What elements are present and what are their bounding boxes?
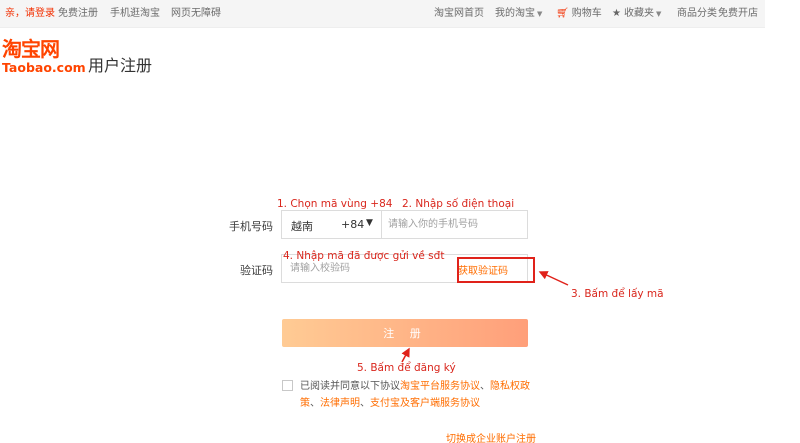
- cart-label: 购物车: [571, 8, 602, 19]
- platform-agreement-link[interactable]: 淘宝平台服务协议: [400, 381, 480, 392]
- legal-statement-link[interactable]: 法律声明: [320, 398, 360, 409]
- favorites-menu[interactable]: ★ 收藏夹 ▼: [612, 8, 661, 20]
- get-code-highlight-box: [457, 257, 535, 283]
- arrow-to-get-code: [538, 271, 569, 286]
- phone-input[interactable]: [382, 211, 527, 238]
- annotation-step4: 4. Nhập mã đã được gửi về sđt: [283, 250, 445, 262]
- favorites-label: 收藏夹: [623, 8, 654, 19]
- open-store-link[interactable]: 免费开店: [718, 8, 758, 20]
- mobile-taobao-link[interactable]: 手机逛淘宝: [110, 8, 160, 20]
- logo-chinese-text: 淘宝网: [2, 37, 60, 61]
- region-code-select[interactable]: 越南 +84 ▼: [282, 211, 382, 238]
- phone-field-group: 越南 +84 ▼: [281, 210, 528, 239]
- arrow-to-register: [401, 347, 410, 363]
- annotation-step3: 3. Bấm để lấy mã: [571, 288, 664, 300]
- switch-business-account-link[interactable]: 切换成企业账户注册: [446, 430, 536, 443]
- star-icon: ★: [612, 8, 621, 19]
- chevron-down-icon: ▼: [537, 10, 543, 18]
- login-link[interactable]: 亲，请登录: [5, 8, 55, 20]
- registration-page: 亲，请登录 免费注册 手机逛淘宝 网页无障碍 淘宝网首页 我的淘宝 ▼ 🛒︎ 购物车…: [0, 0, 800, 443]
- page-title: 用户注册: [88, 56, 153, 75]
- chevron-down-icon: ▼: [366, 218, 373, 228]
- phone-label: 手机号码: [229, 220, 273, 233]
- logo-english-text: Taobao.com: [2, 60, 86, 75]
- annotation-step5: 5. Bấm để đăng ký: [357, 362, 456, 374]
- agreement-prefix: 已阅读并同意以下协议: [300, 381, 400, 392]
- region-country: 越南: [291, 220, 313, 233]
- cart-link[interactable]: 🛒︎ 购物车: [556, 8, 602, 20]
- accessibility-link[interactable]: 网页无障碍: [171, 8, 221, 20]
- taobao-logo[interactable]: 淘宝网 Taobao.com: [2, 37, 86, 80]
- region-code: +84: [341, 218, 365, 231]
- code-label: 验证码: [240, 264, 273, 277]
- home-link[interactable]: 淘宝网首页: [434, 8, 484, 20]
- agreement-separator: 、: [480, 381, 490, 392]
- annotation-step2: 2. Nhập số điện thoại: [402, 198, 515, 210]
- agreement-separator: 、: [360, 398, 370, 409]
- chevron-down-icon: ▼: [655, 10, 662, 18]
- register-button[interactable]: 注 册: [282, 319, 528, 347]
- top-nav-bar: 亲，请登录 免费注册 手机逛淘宝 网页无障碍 淘宝网首页 我的淘宝 ▼ 🛒︎ 购物车…: [0, 0, 765, 28]
- annotation-step1: 1. Chọn mã vùng +84: [277, 198, 393, 210]
- agreement-separator: 、: [310, 398, 320, 409]
- my-taobao-menu[interactable]: 我的淘宝 ▼: [495, 8, 542, 20]
- my-taobao-label: 我的淘宝: [495, 8, 535, 19]
- cart-icon: 🛒︎: [556, 8, 569, 19]
- agreement-checkbox[interactable]: [282, 380, 293, 391]
- free-register-link[interactable]: 免费注册: [58, 8, 98, 20]
- alipay-agreement-link[interactable]: 支付宝及客户端服务协议: [370, 398, 480, 409]
- agreement-text: 已阅读并同意以下协议淘宝平台服务协议、隐私权政策、法律声明、支付宝及客户端服务协…: [300, 378, 540, 412]
- categories-link[interactable]: 商品分类: [677, 8, 717, 20]
